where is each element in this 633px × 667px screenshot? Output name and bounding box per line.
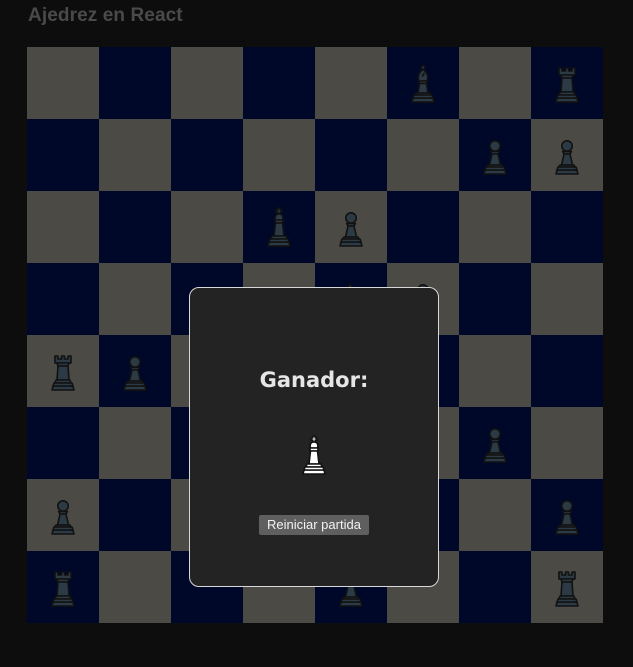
square-b3[interactable] bbox=[99, 407, 171, 479]
square-h4[interactable] bbox=[531, 335, 603, 407]
square-a8[interactable] bbox=[27, 47, 99, 119]
square-b4[interactable] bbox=[99, 335, 171, 407]
square-a6[interactable] bbox=[27, 191, 99, 263]
square-h7[interactable] bbox=[531, 119, 603, 191]
square-h2[interactable] bbox=[531, 479, 603, 551]
square-a3[interactable] bbox=[27, 407, 99, 479]
square-f8[interactable] bbox=[387, 47, 459, 119]
black-bishop-icon[interactable] bbox=[403, 62, 443, 104]
square-c6[interactable] bbox=[171, 191, 243, 263]
black-pawn-icon[interactable] bbox=[475, 134, 515, 176]
square-f6[interactable] bbox=[387, 191, 459, 263]
square-h1[interactable] bbox=[531, 551, 603, 623]
black-pawn-icon[interactable] bbox=[331, 206, 371, 248]
square-c7[interactable] bbox=[171, 119, 243, 191]
square-b1[interactable] bbox=[99, 551, 171, 623]
square-g3[interactable] bbox=[459, 407, 531, 479]
winner-title: Ganador: bbox=[259, 368, 369, 392]
black-pawn-icon[interactable] bbox=[115, 350, 155, 392]
square-g2[interactable] bbox=[459, 479, 531, 551]
square-a7[interactable] bbox=[27, 119, 99, 191]
restart-button[interactable]: Reiniciar partida bbox=[259, 515, 369, 535]
black-rook-icon[interactable] bbox=[547, 566, 587, 608]
square-a5[interactable] bbox=[27, 263, 99, 335]
square-d8[interactable] bbox=[243, 47, 315, 119]
square-f7[interactable] bbox=[387, 119, 459, 191]
square-g4[interactable] bbox=[459, 335, 531, 407]
winner-modal: Ganador: Reiniciar partida bbox=[189, 287, 439, 587]
square-e7[interactable] bbox=[315, 119, 387, 191]
black-pawn-icon[interactable] bbox=[547, 494, 587, 536]
page-title: Ajedrez en React bbox=[28, 5, 183, 26]
square-a2[interactable] bbox=[27, 479, 99, 551]
square-g1[interactable] bbox=[459, 551, 531, 623]
square-b7[interactable] bbox=[99, 119, 171, 191]
black-pawn-icon[interactable] bbox=[475, 422, 515, 464]
square-d7[interactable] bbox=[243, 119, 315, 191]
square-a1[interactable] bbox=[27, 551, 99, 623]
square-h6[interactable] bbox=[531, 191, 603, 263]
square-e6[interactable] bbox=[315, 191, 387, 263]
square-b5[interactable] bbox=[99, 263, 171, 335]
square-c8[interactable] bbox=[171, 47, 243, 119]
square-e8[interactable] bbox=[315, 47, 387, 119]
black-pawn-icon[interactable] bbox=[43, 494, 83, 536]
black-rook-icon[interactable] bbox=[43, 566, 83, 608]
black-rook-icon[interactable] bbox=[547, 62, 587, 104]
square-g7[interactable] bbox=[459, 119, 531, 191]
square-g8[interactable] bbox=[459, 47, 531, 119]
square-a4[interactable] bbox=[27, 335, 99, 407]
square-b2[interactable] bbox=[99, 479, 171, 551]
winner-king-icon bbox=[294, 434, 334, 476]
square-h3[interactable] bbox=[531, 407, 603, 479]
square-b6[interactable] bbox=[99, 191, 171, 263]
black-king-icon[interactable] bbox=[259, 206, 299, 248]
square-b8[interactable] bbox=[99, 47, 171, 119]
square-g6[interactable] bbox=[459, 191, 531, 263]
square-h5[interactable] bbox=[531, 263, 603, 335]
black-rook-icon[interactable] bbox=[43, 350, 83, 392]
square-d6[interactable] bbox=[243, 191, 315, 263]
black-pawn-icon[interactable] bbox=[547, 134, 587, 176]
square-h8[interactable] bbox=[531, 47, 603, 119]
square-g5[interactable] bbox=[459, 263, 531, 335]
